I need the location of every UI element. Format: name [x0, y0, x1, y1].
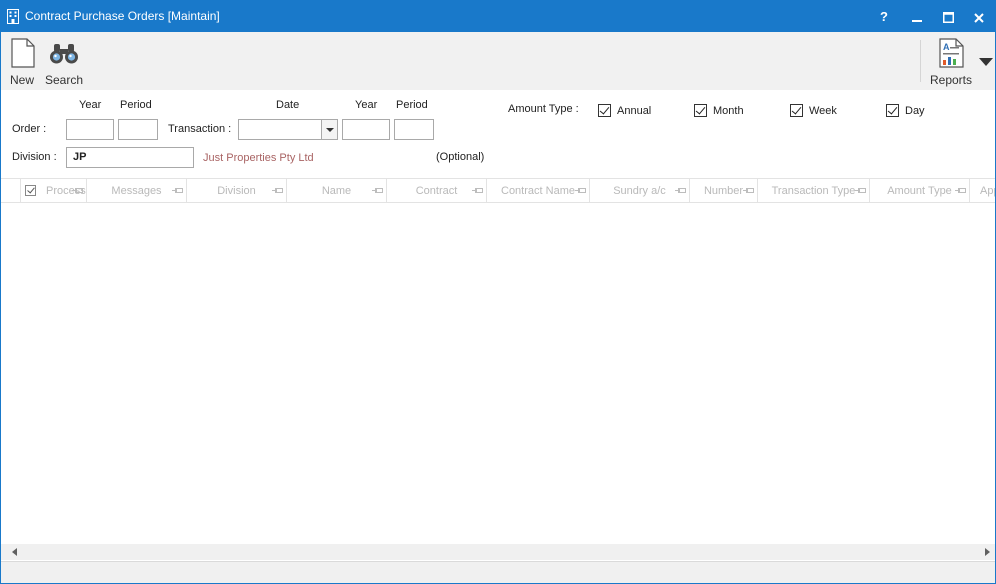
column-label: Approved	[980, 185, 995, 197]
amount-type-week[interactable]: Week	[790, 104, 860, 120]
pin-icon[interactable]	[575, 188, 586, 193]
scroll-left-icon[interactable]	[12, 548, 17, 556]
month-label: Month	[713, 105, 744, 117]
order-year-input[interactable]	[66, 119, 114, 140]
amount-type-month[interactable]: Month	[694, 104, 764, 120]
division-code: JP	[73, 151, 87, 163]
scroll-right-icon[interactable]	[985, 548, 990, 556]
day-label: Day	[905, 105, 925, 117]
annual-label: Annual	[617, 105, 652, 117]
dropdown-arrow-icon	[979, 58, 993, 66]
order-label: Order :	[12, 123, 47, 135]
pin-icon[interactable]	[172, 188, 183, 193]
column-header-sundry-ac[interactable]: Sundry a/c	[590, 179, 690, 202]
division-label: Division :	[12, 151, 57, 163]
transaction-period-input[interactable]	[394, 119, 434, 140]
column-header-division[interactable]: Division	[187, 179, 287, 202]
data-grid: Process Messages Division Name Contract …	[1, 178, 995, 544]
order-year-heading: Year	[79, 99, 102, 111]
column-label: Name	[321, 185, 352, 197]
app-window: Contract Purchase Orders [Maintain] ? Ne…	[0, 0, 996, 584]
transaction-year-heading: Year	[355, 99, 378, 111]
column-header-name[interactable]: Name	[287, 179, 387, 202]
filter-panel: Year Period Date Year Period Order : Tra…	[1, 90, 995, 178]
amount-type-day[interactable]: Day	[886, 104, 956, 120]
search-button[interactable]: Search	[43, 36, 85, 90]
amount-type-label: Amount Type :	[508, 103, 579, 115]
reports-label: Reports	[929, 73, 973, 87]
building-icon	[7, 9, 19, 24]
division-input[interactable]: JP	[66, 147, 194, 168]
column-header-process[interactable]: Process	[41, 179, 87, 202]
report-icon: A	[939, 38, 964, 68]
column-label: Contract Name	[501, 185, 575, 197]
column-header-contract[interactable]: Contract	[387, 179, 487, 202]
annual-checkbox[interactable]	[598, 104, 611, 117]
column-header-number[interactable]: Number	[690, 179, 758, 202]
transaction-period-heading: Period	[396, 99, 428, 111]
transaction-year-input[interactable]	[342, 119, 390, 140]
pin-icon[interactable]	[72, 188, 83, 193]
ribbon-separator	[920, 40, 921, 82]
pin-icon[interactable]	[472, 188, 483, 193]
maximize-icon	[942, 12, 954, 24]
minimize-button[interactable]	[900, 1, 934, 32]
help-button[interactable]: ?	[867, 1, 901, 32]
transaction-date-picker[interactable]	[238, 119, 338, 140]
column-label: Sundry a/c	[613, 185, 666, 197]
document-icon	[11, 38, 35, 68]
column-label: Transaction Type	[771, 185, 856, 197]
binoculars-icon	[50, 44, 78, 64]
minimize-icon	[912, 19, 922, 22]
month-checkbox[interactable]	[694, 104, 707, 117]
order-period-input[interactable]	[118, 119, 158, 140]
order-period-heading: Period	[120, 99, 152, 111]
transaction-label: Transaction :	[168, 123, 232, 135]
select-all-checkbox[interactable]	[25, 185, 36, 196]
svg-text:A: A	[943, 42, 950, 52]
pin-icon[interactable]	[272, 188, 283, 193]
new-button[interactable]: New	[5, 36, 39, 90]
column-label: Number	[703, 185, 744, 197]
day-checkbox[interactable]	[886, 104, 899, 117]
close-icon	[974, 12, 984, 23]
pin-icon[interactable]	[855, 188, 866, 193]
date-dropdown-icon[interactable]	[321, 120, 337, 139]
row-indicator-header	[1, 179, 21, 202]
window-title: Contract Purchase Orders [Maintain]	[25, 9, 220, 23]
horizontal-scrollbar[interactable]	[1, 544, 995, 560]
column-header-amount-type[interactable]: Amount Type	[870, 179, 970, 202]
column-label: Contract	[415, 185, 458, 197]
new-label: New	[9, 73, 34, 87]
grid-header: Process Messages Division Name Contract …	[1, 178, 995, 203]
column-label: Messages	[111, 185, 162, 197]
ribbon-toolbar: New Search A Reports	[1, 32, 995, 90]
title-bar: Contract Purchase Orders [Maintain] ?	[1, 1, 995, 32]
column-header-messages[interactable]: Messages	[87, 179, 187, 202]
pin-icon[interactable]	[372, 188, 383, 193]
column-label: Amount Type	[887, 185, 952, 197]
column-label: Division	[217, 185, 256, 197]
maximize-button[interactable]	[931, 1, 965, 32]
transaction-date-heading: Date	[276, 99, 300, 111]
pin-icon[interactable]	[743, 188, 754, 193]
optional-note: (Optional)	[436, 151, 485, 163]
column-header-transaction-type[interactable]: Transaction Type	[758, 179, 870, 202]
select-all-cell[interactable]	[21, 179, 41, 202]
close-button[interactable]	[962, 1, 996, 32]
search-label: Search	[44, 73, 84, 87]
division-name: Just Properties Pty Ltd	[203, 152, 314, 164]
ribbon-more-dropdown[interactable]	[975, 52, 995, 72]
column-header-approved[interactable]: Approved	[970, 179, 995, 202]
week-label: Week	[809, 105, 837, 117]
column-header-contract-name[interactable]: Contract Name	[487, 179, 590, 202]
week-checkbox[interactable]	[790, 104, 803, 117]
pin-icon[interactable]	[675, 188, 686, 193]
reports-button[interactable]: A Reports	[927, 36, 975, 90]
status-bar	[1, 561, 995, 583]
amount-type-annual[interactable]: Annual	[598, 104, 668, 120]
pin-icon[interactable]	[955, 188, 966, 193]
grid-body[interactable]	[1, 203, 995, 544]
